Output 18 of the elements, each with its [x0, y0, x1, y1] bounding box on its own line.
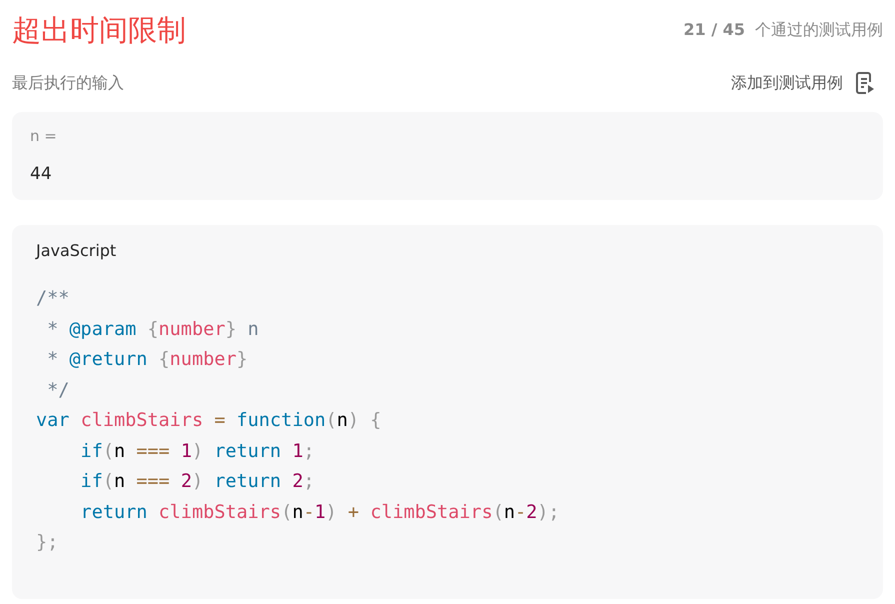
code-line: * @param {number} n [46, 318, 259, 342]
code-line: * @return {number} [46, 348, 248, 372]
code-line: return climbStairs(n-1) + climbStairs(n-2); [80, 500, 560, 524]
code-line: var climbStairs = function(n) { [36, 409, 382, 433]
code-line: }; [36, 531, 58, 555]
file-play-icon [855, 72, 875, 94]
section-label: 最后执行的输入 [12, 72, 124, 94]
code-line: if(n === 2) return 2; [80, 470, 314, 494]
result-title: 超出时间限制 [12, 12, 186, 49]
input-name: n = [30, 126, 58, 146]
passed-count: 21 / 45 [683, 20, 745, 38]
passed-label: 个通过的测试用例 [755, 20, 883, 40]
code-line: /** [36, 287, 70, 311]
code-line: if(n === 1) return 1; [80, 440, 314, 464]
code-line: */ [46, 378, 70, 402]
code-language: JavaScript [36, 240, 118, 262]
add-testcase-button[interactable]: 添加到测试用例 [731, 72, 883, 94]
input-value: 44 [30, 163, 53, 186]
